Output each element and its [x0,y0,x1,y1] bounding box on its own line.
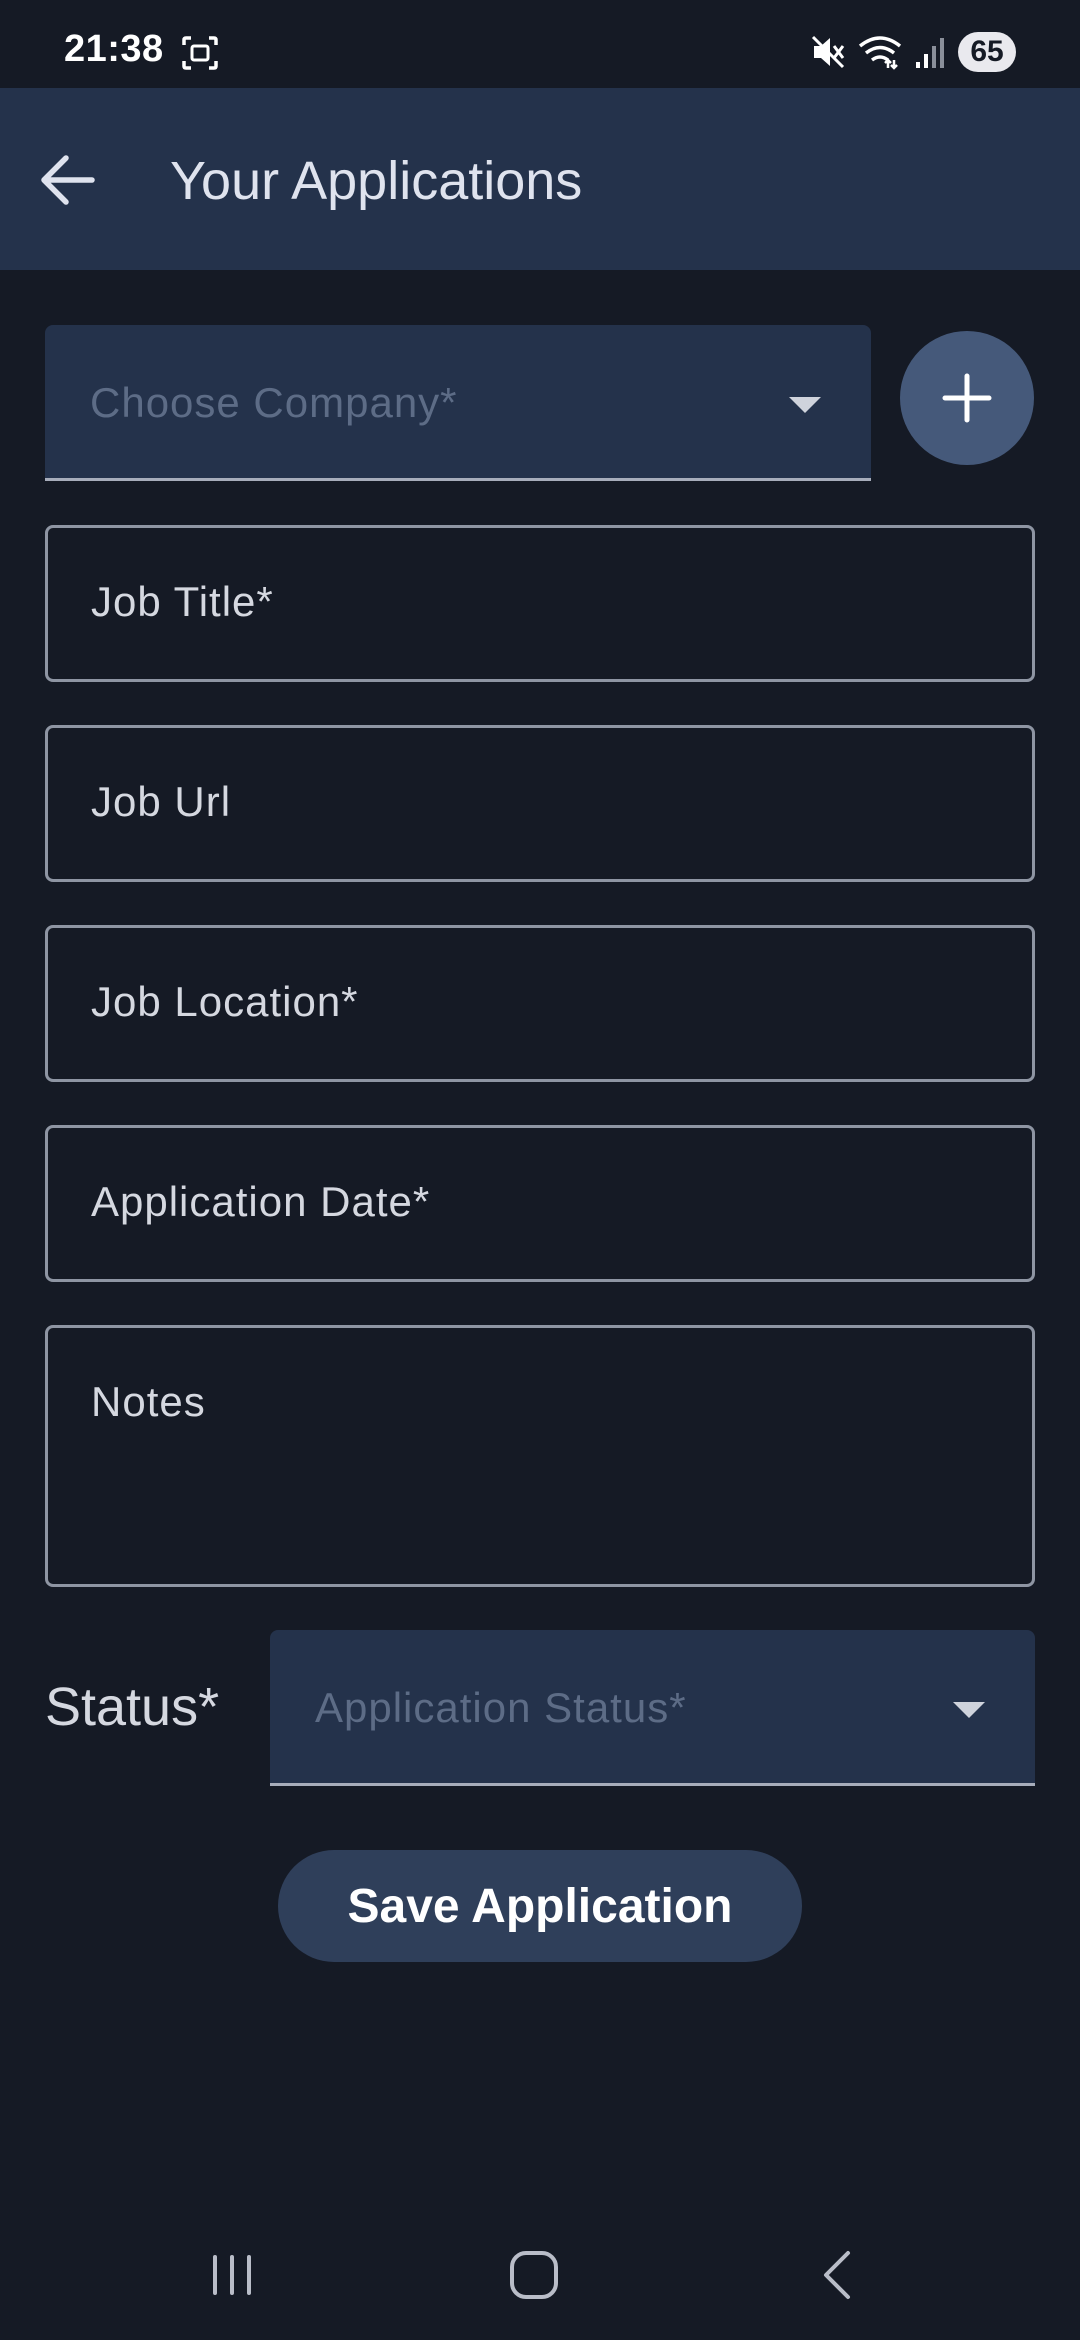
home-icon [510,2251,558,2299]
back-icon [824,2251,850,2299]
save-application-button[interactable]: Save Application [278,1850,802,1962]
application-status-placeholder: Application Status* [315,1684,687,1731]
job-title-field[interactable]: Job Title* [45,525,1035,682]
app-bar: Your Applications [0,88,1080,270]
status-label: Status* [45,1677,220,1737]
status-time: 21:38 [64,28,164,70]
job-location-field[interactable]: Job Location* [45,925,1035,1082]
dropdown-arrow-icon [953,1702,985,1718]
status-bar: 21:38 65 [0,0,1080,88]
screenshot-icon [182,36,218,70]
dropdown-arrow-icon [789,397,821,413]
notes-label: Notes [91,1378,206,1425]
job-url-field[interactable]: Job Url [45,725,1035,882]
job-location-label: Job Location* [91,978,359,1025]
system-navigation-bar [0,2200,1080,2340]
wifi-icon [858,34,902,70]
battery-icon: 65 [958,32,1016,72]
nav-back-button[interactable] [793,2240,883,2310]
recents-icon [213,2255,251,2295]
home-button[interactable] [489,2240,579,2310]
arrow-left-icon [41,155,95,205]
recents-button[interactable] [187,2240,277,2310]
add-company-button[interactable] [900,331,1034,465]
plus-icon [942,373,992,423]
signal-icon [914,34,946,70]
mute-icon [810,34,846,70]
job-url-label: Job Url [91,778,232,825]
page-title: Your Applications [170,151,583,211]
status-icons: 65 [810,30,1016,74]
application-date-label: Application Date* [91,1178,431,1225]
company-dropdown[interactable]: Choose Company* [45,325,871,481]
company-dropdown-placeholder: Choose Company* [90,379,458,426]
application-status-dropdown[interactable]: Application Status* [270,1630,1035,1786]
back-button[interactable] [30,142,106,218]
notes-field[interactable]: Notes [45,1325,1035,1587]
job-title-label: Job Title* [91,578,274,625]
application-date-field[interactable]: Application Date* [45,1125,1035,1282]
